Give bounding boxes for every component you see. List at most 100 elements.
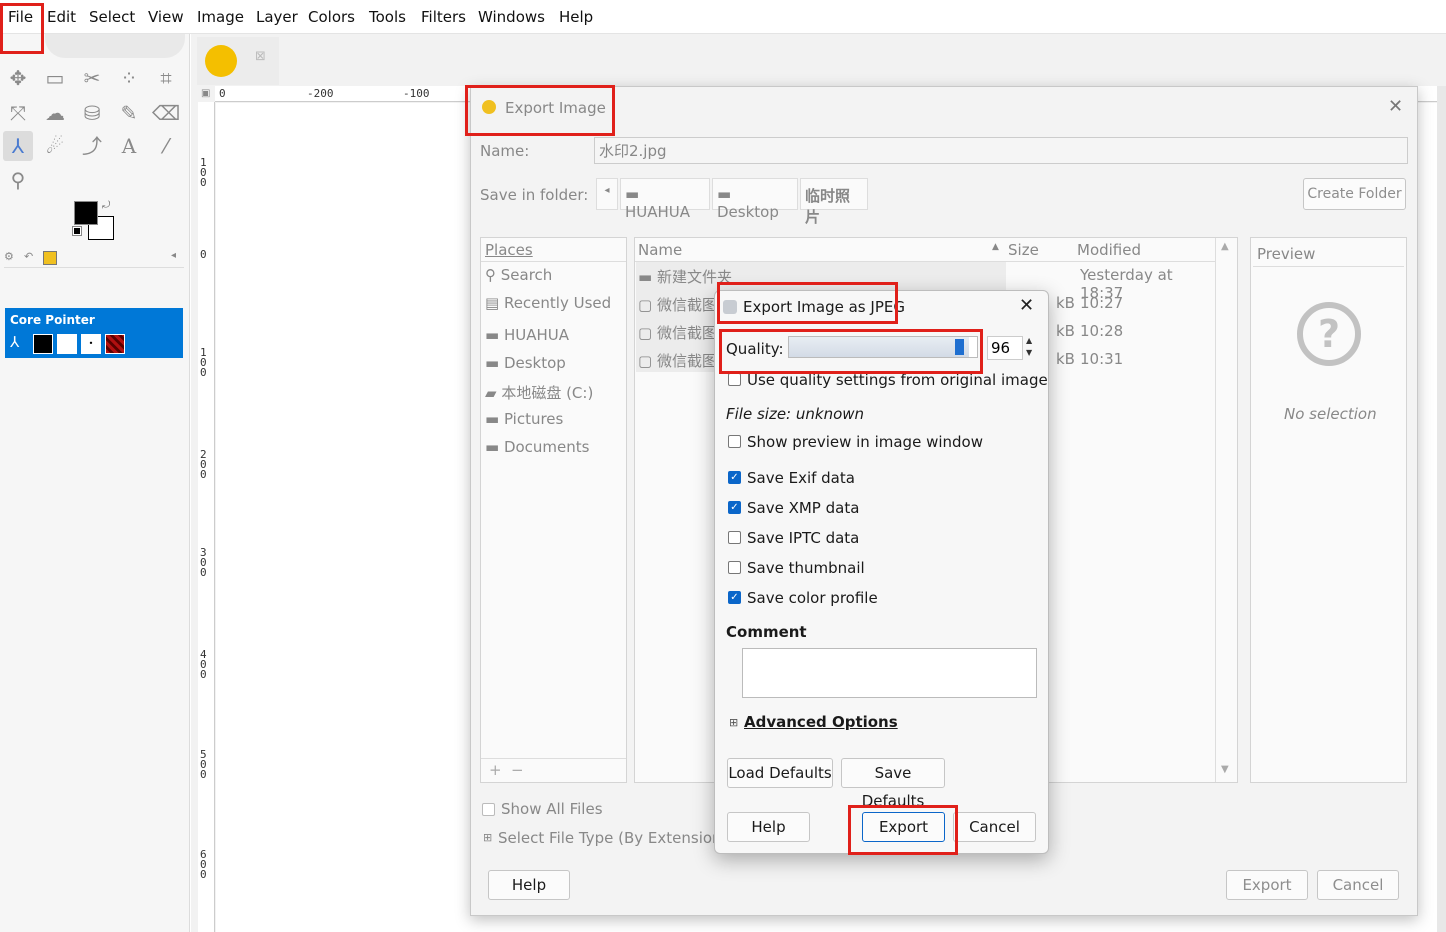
move-tool-icon[interactable]: ✥ bbox=[3, 63, 33, 93]
fuzzy-select-tool-icon[interactable]: ⁘ bbox=[114, 63, 144, 93]
fg-swatch[interactable] bbox=[33, 334, 53, 354]
show-all-files-checkbox[interactable] bbox=[482, 803, 495, 816]
bucket-fill-tool-icon[interactable]: ⛁ bbox=[77, 98, 107, 128]
tool-options-tab-icon[interactable]: ⚙ bbox=[4, 250, 14, 263]
smudge-tool-icon[interactable]: ☄ bbox=[40, 131, 70, 161]
menu-view[interactable]: View bbox=[148, 8, 184, 26]
path-back-icon[interactable]: ◂ bbox=[596, 178, 618, 210]
quality-stepper-icon[interactable]: ▲ ▼ bbox=[1026, 335, 1032, 359]
text-tool-icon[interactable]: A bbox=[114, 131, 144, 161]
path-current-folder-button[interactable]: 临时照片 bbox=[800, 178, 868, 226]
foreground-color-swatch[interactable] bbox=[74, 201, 98, 225]
default-colors-icon[interactable] bbox=[72, 226, 82, 236]
swap-colors-icon[interactable]: ⤾ bbox=[102, 200, 110, 211]
paintbrush-tool-icon[interactable]: ✎ bbox=[114, 98, 144, 128]
export-dialog-export-button[interactable]: Export bbox=[1226, 870, 1308, 900]
save-in-folder-label: Save in folder: bbox=[480, 186, 589, 204]
menu-layer[interactable]: Layer bbox=[256, 8, 298, 26]
comment-textarea[interactable] bbox=[742, 648, 1037, 698]
column-name[interactable]: Name bbox=[638, 241, 682, 259]
place-desktop[interactable]: ▬ Desktop bbox=[485, 354, 566, 372]
save-exif-checkbox[interactable]: ✓ bbox=[728, 471, 741, 484]
path-label: Desktop bbox=[717, 203, 779, 221]
close-tab-icon[interactable]: ⊠ bbox=[255, 49, 266, 64]
image-thumbnail bbox=[205, 45, 237, 77]
images-tab-icon[interactable] bbox=[43, 251, 57, 265]
core-pointer-tool-icon[interactable]: ⅄ bbox=[3, 131, 33, 161]
export-dialog-cancel-button[interactable]: Cancel bbox=[1317, 870, 1399, 900]
ruler-label: 0 bbox=[219, 87, 226, 100]
show-preview-checkbox[interactable] bbox=[728, 435, 741, 448]
close-dialog-icon[interactable]: ✕ bbox=[1388, 96, 1403, 117]
menu-edit[interactable]: Edit bbox=[47, 8, 76, 26]
place-documents[interactable]: ▬ Documents bbox=[485, 438, 589, 456]
crop-tool-icon[interactable]: ⌗ bbox=[151, 63, 181, 93]
column-modified[interactable]: Modified bbox=[1077, 241, 1141, 259]
close-jpeg-dialog-icon[interactable]: ✕ bbox=[1019, 295, 1034, 316]
quick-mask-icon[interactable]: ▣ bbox=[201, 88, 210, 99]
save-thumbnail-checkbox[interactable] bbox=[728, 561, 741, 574]
use-original-quality-checkbox[interactable] bbox=[728, 373, 741, 386]
menu-windows[interactable]: Windows bbox=[478, 8, 545, 26]
image-tab[interactable]: ⊠ bbox=[197, 37, 279, 85]
expander-icon[interactable]: ⊞ bbox=[483, 831, 492, 844]
advanced-options-expander-icon[interactable]: ⊞ bbox=[729, 716, 738, 729]
save-defaults-button[interactable]: Save Defaults bbox=[841, 758, 945, 810]
scroll-up-icon[interactable]: ▲ bbox=[1221, 241, 1229, 252]
ruler-label: 4 0 0 bbox=[200, 648, 207, 681]
ruler-label: -100 bbox=[403, 87, 430, 100]
files-scrollbar[interactable]: ▲ ▼ bbox=[1215, 238, 1237, 782]
menu-filters[interactable]: Filters bbox=[421, 8, 466, 26]
save-color-profile-checkbox[interactable]: ✓ bbox=[728, 591, 741, 604]
file-name: 微信截图 bbox=[656, 324, 717, 342]
menu-select[interactable]: Select bbox=[89, 8, 135, 26]
advanced-options-label[interactable]: Advanced Options bbox=[744, 713, 898, 731]
load-defaults-button[interactable]: Load Defaults bbox=[727, 758, 833, 788]
scissors-tool-icon[interactable]: ✂ bbox=[77, 63, 107, 93]
menu-colors[interactable]: Colors bbox=[308, 8, 355, 26]
menu-tools[interactable]: Tools bbox=[369, 8, 406, 26]
filename-input[interactable] bbox=[594, 137, 1408, 164]
color-picker-tool-icon[interactable]: ⁄ bbox=[151, 131, 181, 161]
eraser-tool-icon[interactable]: ⌫ bbox=[151, 98, 181, 128]
menu-image[interactable]: Image bbox=[197, 8, 244, 26]
path-desktop-button[interactable]: ▬ Desktop bbox=[712, 178, 798, 221]
jpeg-help-button[interactable]: Help bbox=[727, 812, 810, 842]
create-folder-button[interactable]: Create Folder bbox=[1303, 178, 1406, 210]
place-recent[interactable]: ▤ Recently Used bbox=[485, 294, 611, 312]
place-search[interactable]: ⚲ Search bbox=[485, 266, 552, 284]
path-huahua-button[interactable]: ▬ HUAHUA bbox=[620, 178, 710, 221]
save-exif-label: Save Exif data bbox=[747, 469, 855, 487]
place-pictures[interactable]: ▬ Pictures bbox=[485, 410, 563, 428]
place-huahua[interactable]: ▬ HUAHUA bbox=[485, 326, 569, 344]
menu-help[interactable]: Help bbox=[559, 8, 593, 26]
dock-menu-icon[interactable]: ◂ bbox=[171, 250, 176, 261]
export-dialog-help-button[interactable]: Help bbox=[488, 870, 570, 900]
ruler-label: 5 0 0 bbox=[200, 748, 207, 781]
undo-history-tab-icon[interactable]: ↶ bbox=[24, 250, 33, 263]
path-tool-icon[interactable]: ⤴ bbox=[77, 131, 107, 161]
quality-value-input[interactable] bbox=[987, 336, 1023, 360]
remove-place-icon[interactable]: − bbox=[511, 761, 524, 779]
select-file-type-label[interactable]: Select File Type (By Extension) bbox=[498, 829, 727, 847]
save-iptc-checkbox[interactable] bbox=[728, 531, 741, 544]
highlight-export-image-title bbox=[465, 85, 615, 136]
rect-select-tool-icon[interactable]: ▭ bbox=[40, 63, 70, 93]
warp-tool-icon[interactable]: ☁ bbox=[40, 98, 70, 128]
scroll-down-icon[interactable]: ▼ bbox=[1221, 764, 1229, 775]
jpeg-cancel-button[interactable]: Cancel bbox=[953, 812, 1036, 842]
column-size[interactable]: Size bbox=[1008, 241, 1039, 259]
canvas-scrollbar[interactable] bbox=[1437, 86, 1446, 932]
ruler-label: 2 0 0 bbox=[200, 448, 207, 481]
add-place-icon[interactable]: + bbox=[489, 761, 502, 779]
pattern-swatch[interactable] bbox=[105, 334, 125, 354]
file-size: kB bbox=[1056, 322, 1075, 340]
menu-bar: File Edit Select View Image Layer Colors… bbox=[0, 0, 1446, 34]
save-xmp-checkbox[interactable]: ✓ bbox=[728, 501, 741, 514]
vertical-ruler: 1 0 0 0 1 0 0 2 0 0 3 0 0 4 0 0 5 0 0 6 0 0 bbox=[198, 102, 215, 932]
zoom-tool-icon[interactable]: ⚲ bbox=[3, 165, 33, 195]
transform-tool-icon[interactable]: ⤧ bbox=[3, 98, 33, 128]
bg-swatch[interactable] bbox=[57, 334, 77, 354]
place-local-disk[interactable]: ▰ 本地磁盘 (C:) bbox=[485, 382, 593, 403]
brush-swatch[interactable]: • bbox=[81, 334, 101, 354]
